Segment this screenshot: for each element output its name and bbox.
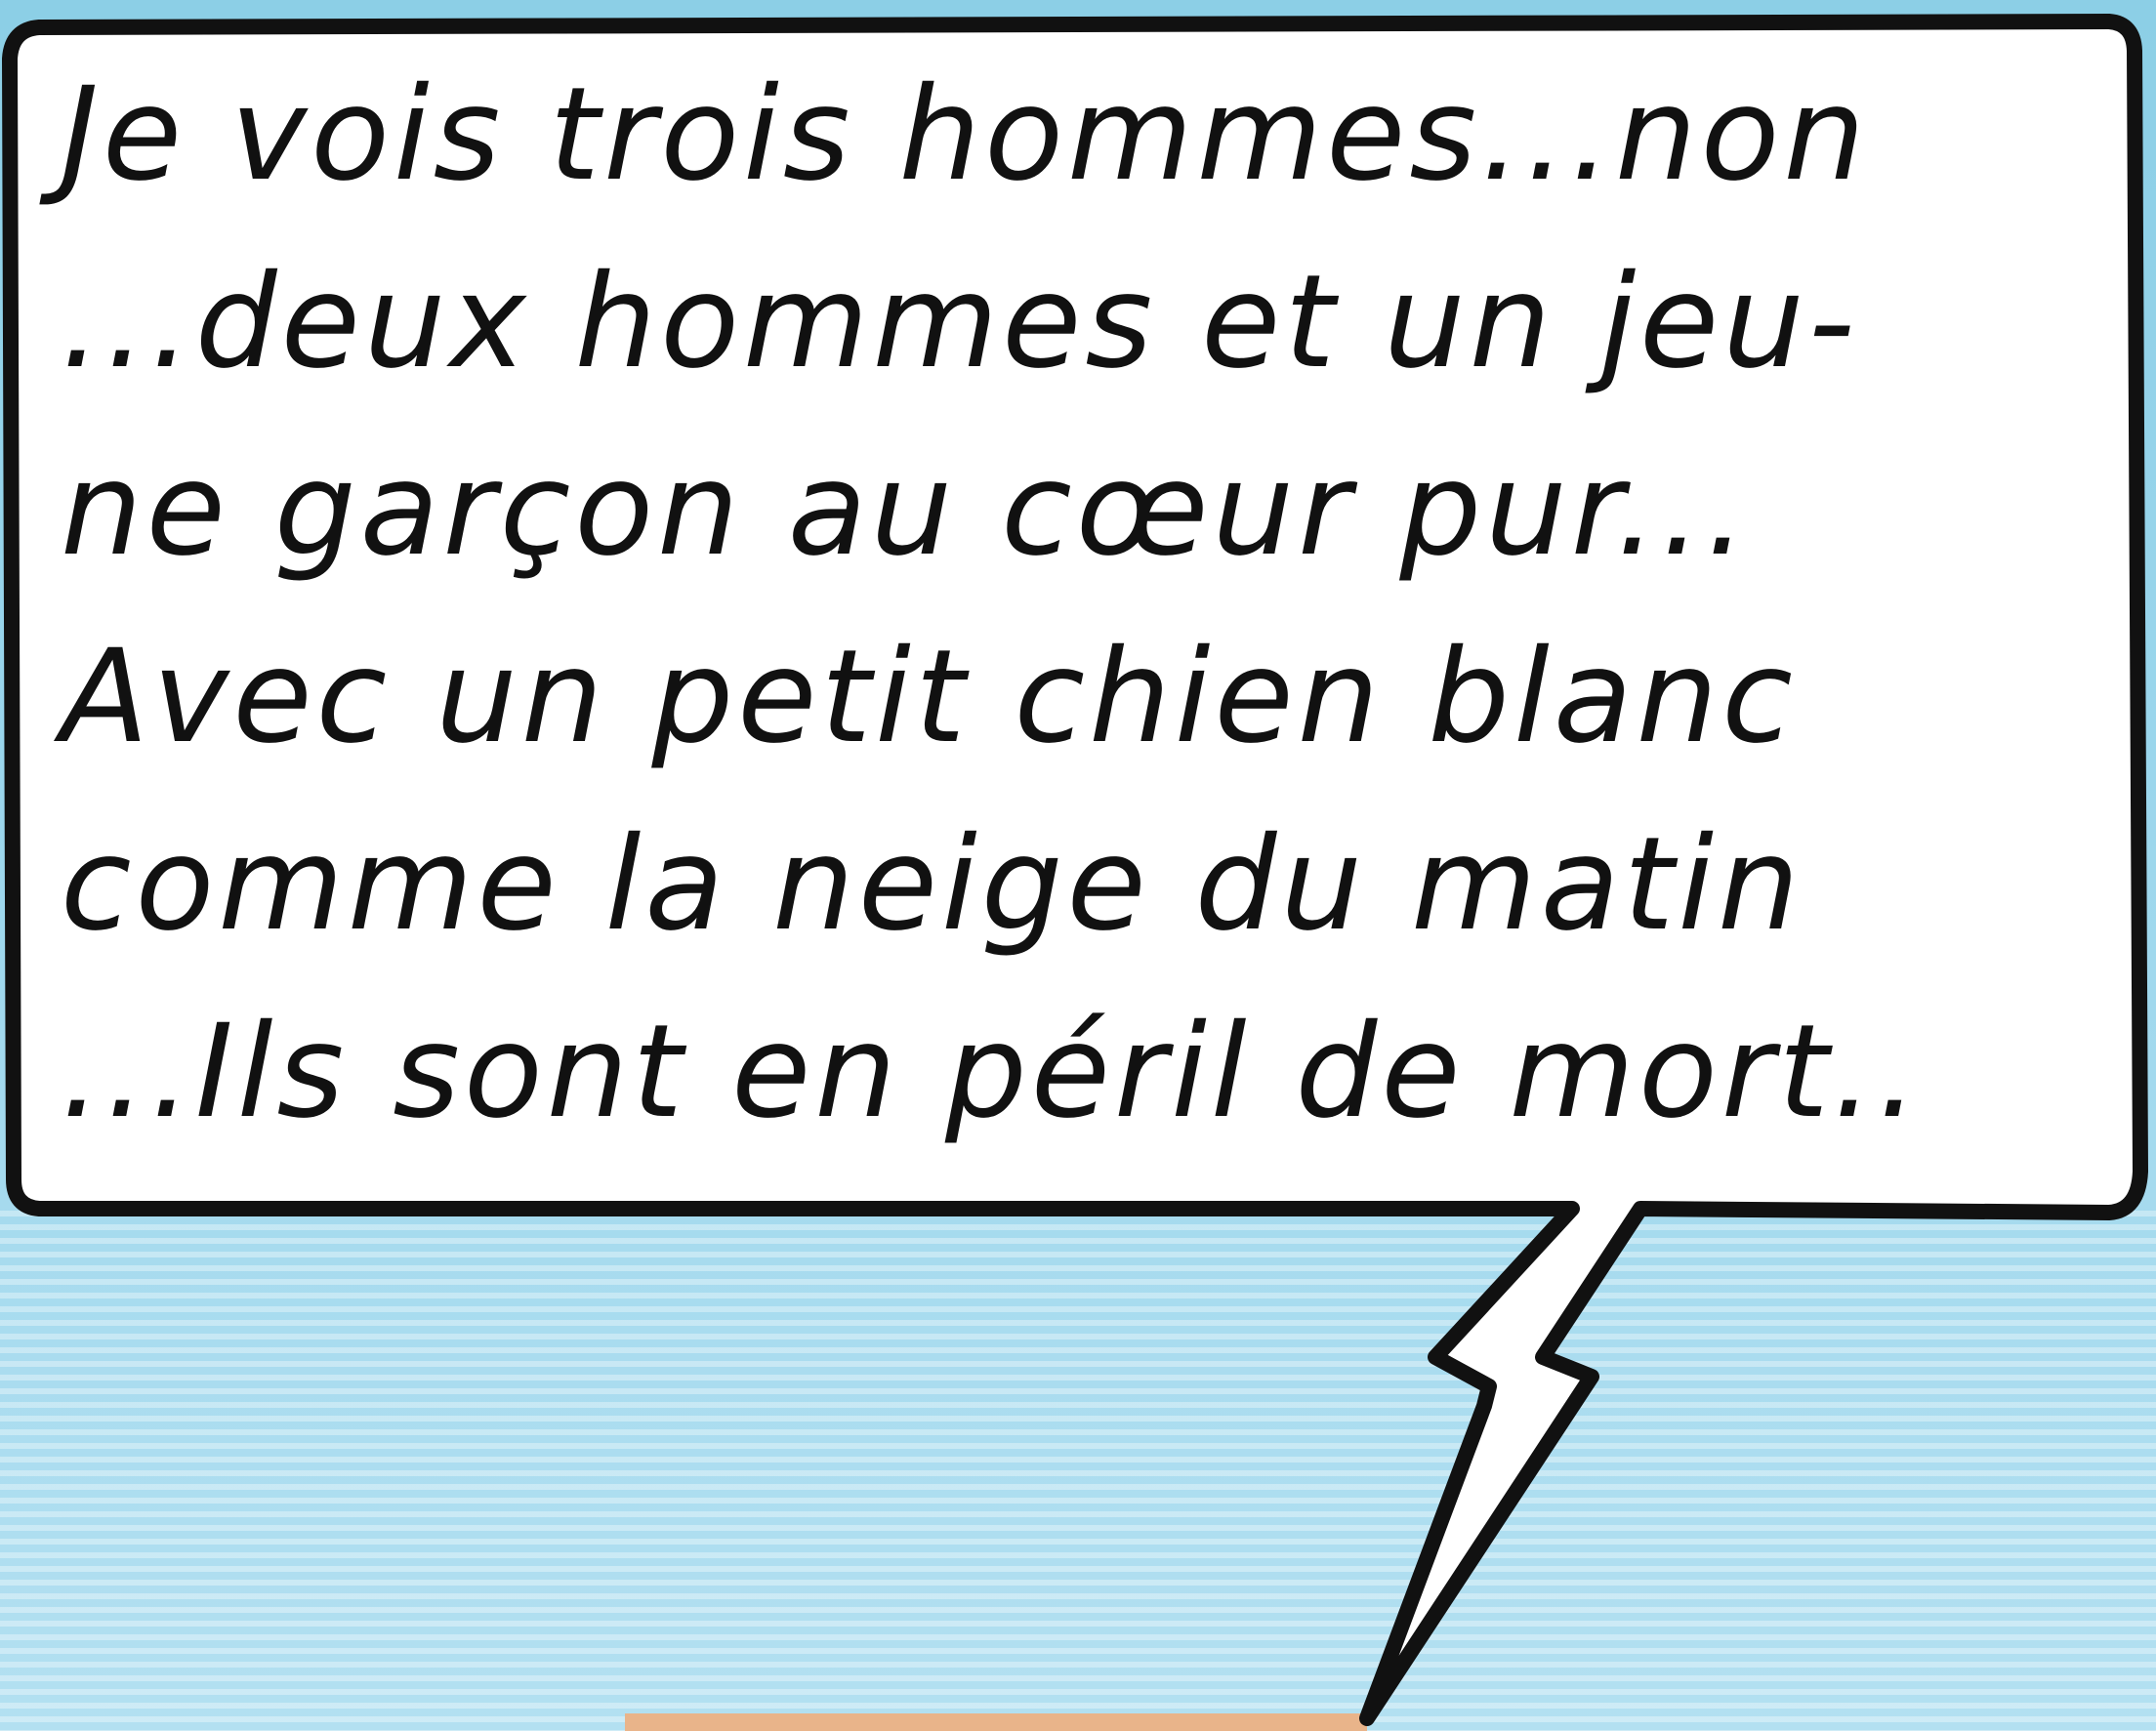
speech-line-2: ...deux hommes et un jeu- [61,247,1859,397]
comic-panel: Je vois trois hommes...non ...deux homme… [0,0,2156,1731]
speech-line-1: Je vois trois hommes...non [61,60,1870,210]
speech-line-5: comme la neige du matin [61,809,1804,960]
speech-bubble-text: Je vois trois hommes...non ...deux homme… [61,57,2092,1150]
speech-line-6: ...Ils sont en péril de mort.. [61,997,1923,1147]
speech-line-3: ne garçon au cœur pur... [61,434,1751,585]
speech-line-4: Avec un petit chien blanc [61,622,1797,772]
